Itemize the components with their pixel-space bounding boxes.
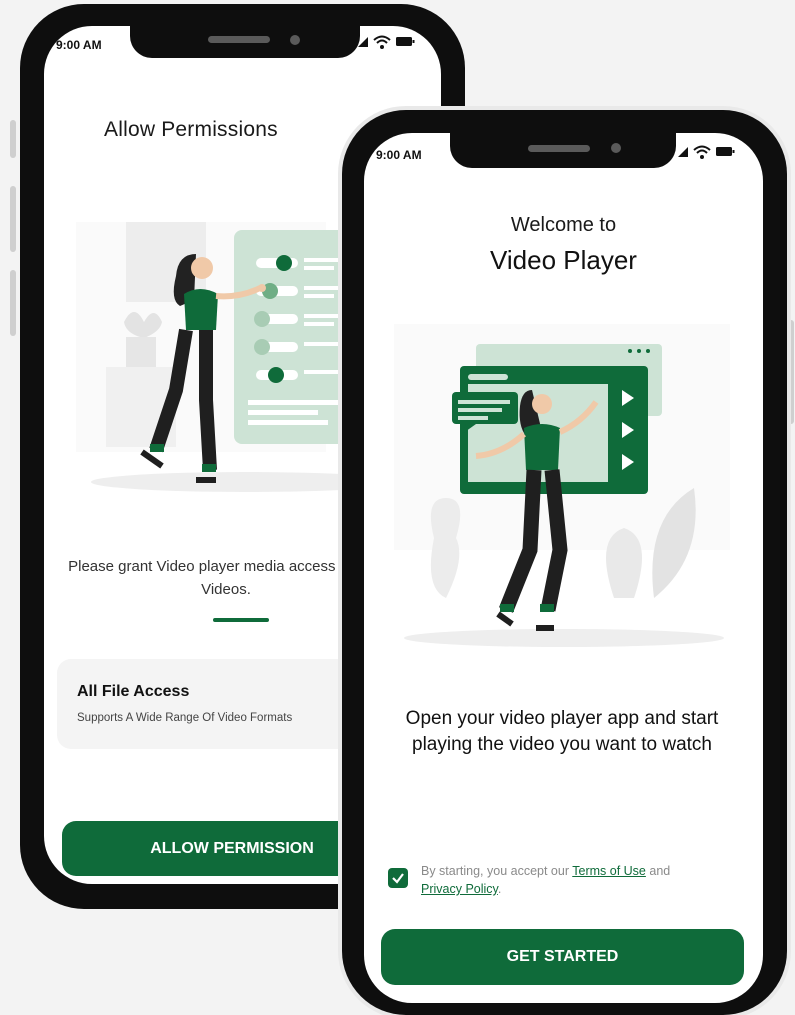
terms-and: and xyxy=(649,864,671,878)
speaker xyxy=(208,36,270,43)
battery-icon xyxy=(716,147,735,156)
power-button xyxy=(788,320,794,424)
terms-text: By starting, you accept our Terms of Use… xyxy=(421,862,731,898)
status-time: 9:00 AM xyxy=(56,38,102,52)
battery-icon xyxy=(396,37,415,46)
volume-button xyxy=(10,120,16,158)
terms-of-use-link[interactable]: Terms of Use xyxy=(572,864,646,878)
status-icons xyxy=(676,144,746,165)
get-started-button[interactable]: GET STARTED xyxy=(381,929,744,985)
card-subtitle: Supports A Wide Range Of Video Formats xyxy=(77,712,293,724)
privacy-policy-link[interactable]: Privacy Policy xyxy=(421,882,498,896)
checkmark-icon xyxy=(392,873,404,884)
card-title: All File Access xyxy=(77,683,190,700)
volume-button xyxy=(10,270,16,336)
page-title: Allow Permissions xyxy=(104,118,278,141)
camera xyxy=(611,143,621,153)
signal-icon xyxy=(358,37,368,47)
wifi-icon xyxy=(373,35,391,49)
terms-checkbox[interactable] xyxy=(388,868,408,888)
welcome-description: Open your video player app and start pla… xyxy=(405,708,719,755)
terms-prefix: By starting, you accept our xyxy=(421,864,569,878)
volume-button xyxy=(10,186,16,252)
notch xyxy=(130,4,360,58)
speaker xyxy=(528,145,590,152)
wifi-icon xyxy=(693,145,711,159)
status-time: 9:00 AM xyxy=(376,148,422,162)
terms-suffix: . xyxy=(497,882,502,896)
file-access-card[interactable]: All File Access Supports A Wide Range Of… xyxy=(57,659,377,749)
video-player-illustration xyxy=(394,324,730,647)
status-icons xyxy=(356,34,426,55)
signal-icon xyxy=(678,147,688,157)
notch xyxy=(450,110,676,168)
camera xyxy=(290,35,300,45)
welcome-text: Welcome to xyxy=(510,214,617,236)
app-title: Video Player xyxy=(490,245,637,275)
page-indicator xyxy=(213,618,269,622)
